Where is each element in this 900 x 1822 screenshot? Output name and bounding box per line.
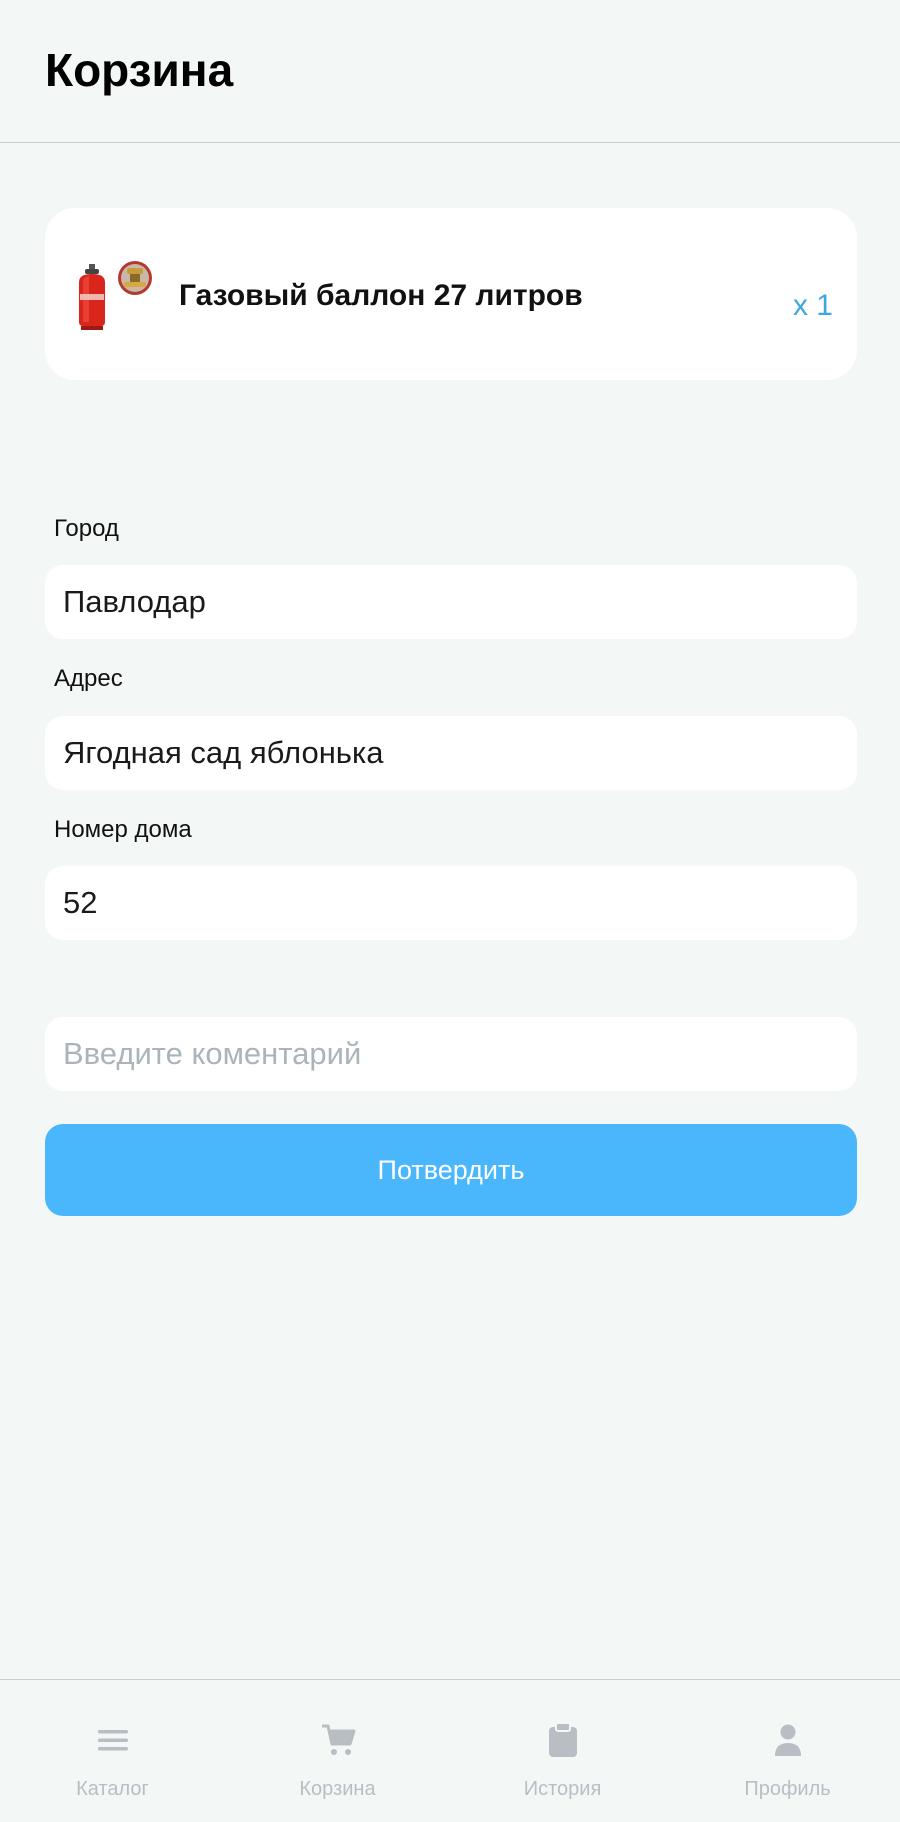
product-name: Газовый баллон 27 литров — [179, 279, 583, 312]
cart-icon — [321, 1724, 355, 1755]
app-header: Корзина — [0, 0, 900, 143]
confirm-button[interactable]: Потвердить — [45, 1124, 857, 1216]
person-icon — [774, 1724, 801, 1756]
city-field[interactable]: Павлодар — [45, 565, 857, 639]
comment-field[interactable] — [45, 1017, 857, 1091]
nav-item-profile[interactable]: Профиль — [675, 1680, 900, 1822]
product-quantity: x 1 — [792, 289, 833, 322]
house-number-value[interactable]: 52 — [63, 866, 833, 940]
city-label: Город — [54, 515, 119, 542]
bottom-nav: Каталог Корзина История Профиль — [0, 1679, 900, 1822]
address-field[interactable]: Ягодная сад яблонька — [45, 716, 857, 790]
city-value[interactable]: Павлодар — [63, 565, 833, 639]
comment-input[interactable] — [63, 1017, 833, 1091]
nav-label-history: История — [523, 1778, 602, 1800]
nav-label-profile: Профиль — [744, 1778, 831, 1800]
address-label: Адрес — [54, 665, 123, 692]
address-value[interactable]: Ягодная сад яблонька — [63, 716, 833, 790]
house-number-label: Номер дома — [54, 816, 192, 843]
house-number-field[interactable]: 52 — [45, 866, 857, 940]
gas-cylinder-image — [79, 261, 152, 330]
nav-item-cart[interactable]: Корзина — [225, 1680, 450, 1822]
clipboard-icon — [548, 1722, 577, 1757]
menu-icon — [97, 1730, 128, 1751]
page-title: Корзина — [45, 44, 234, 96]
nav-item-history[interactable]: История — [450, 1680, 675, 1822]
nav-item-catalog[interactable]: Каталог — [0, 1680, 225, 1822]
nav-label-cart: Корзина — [299, 1778, 376, 1800]
cart-item[interactable]: Газовый баллон 27 литров x 1 — [45, 208, 857, 380]
nav-label-catalog: Каталог — [76, 1778, 149, 1800]
